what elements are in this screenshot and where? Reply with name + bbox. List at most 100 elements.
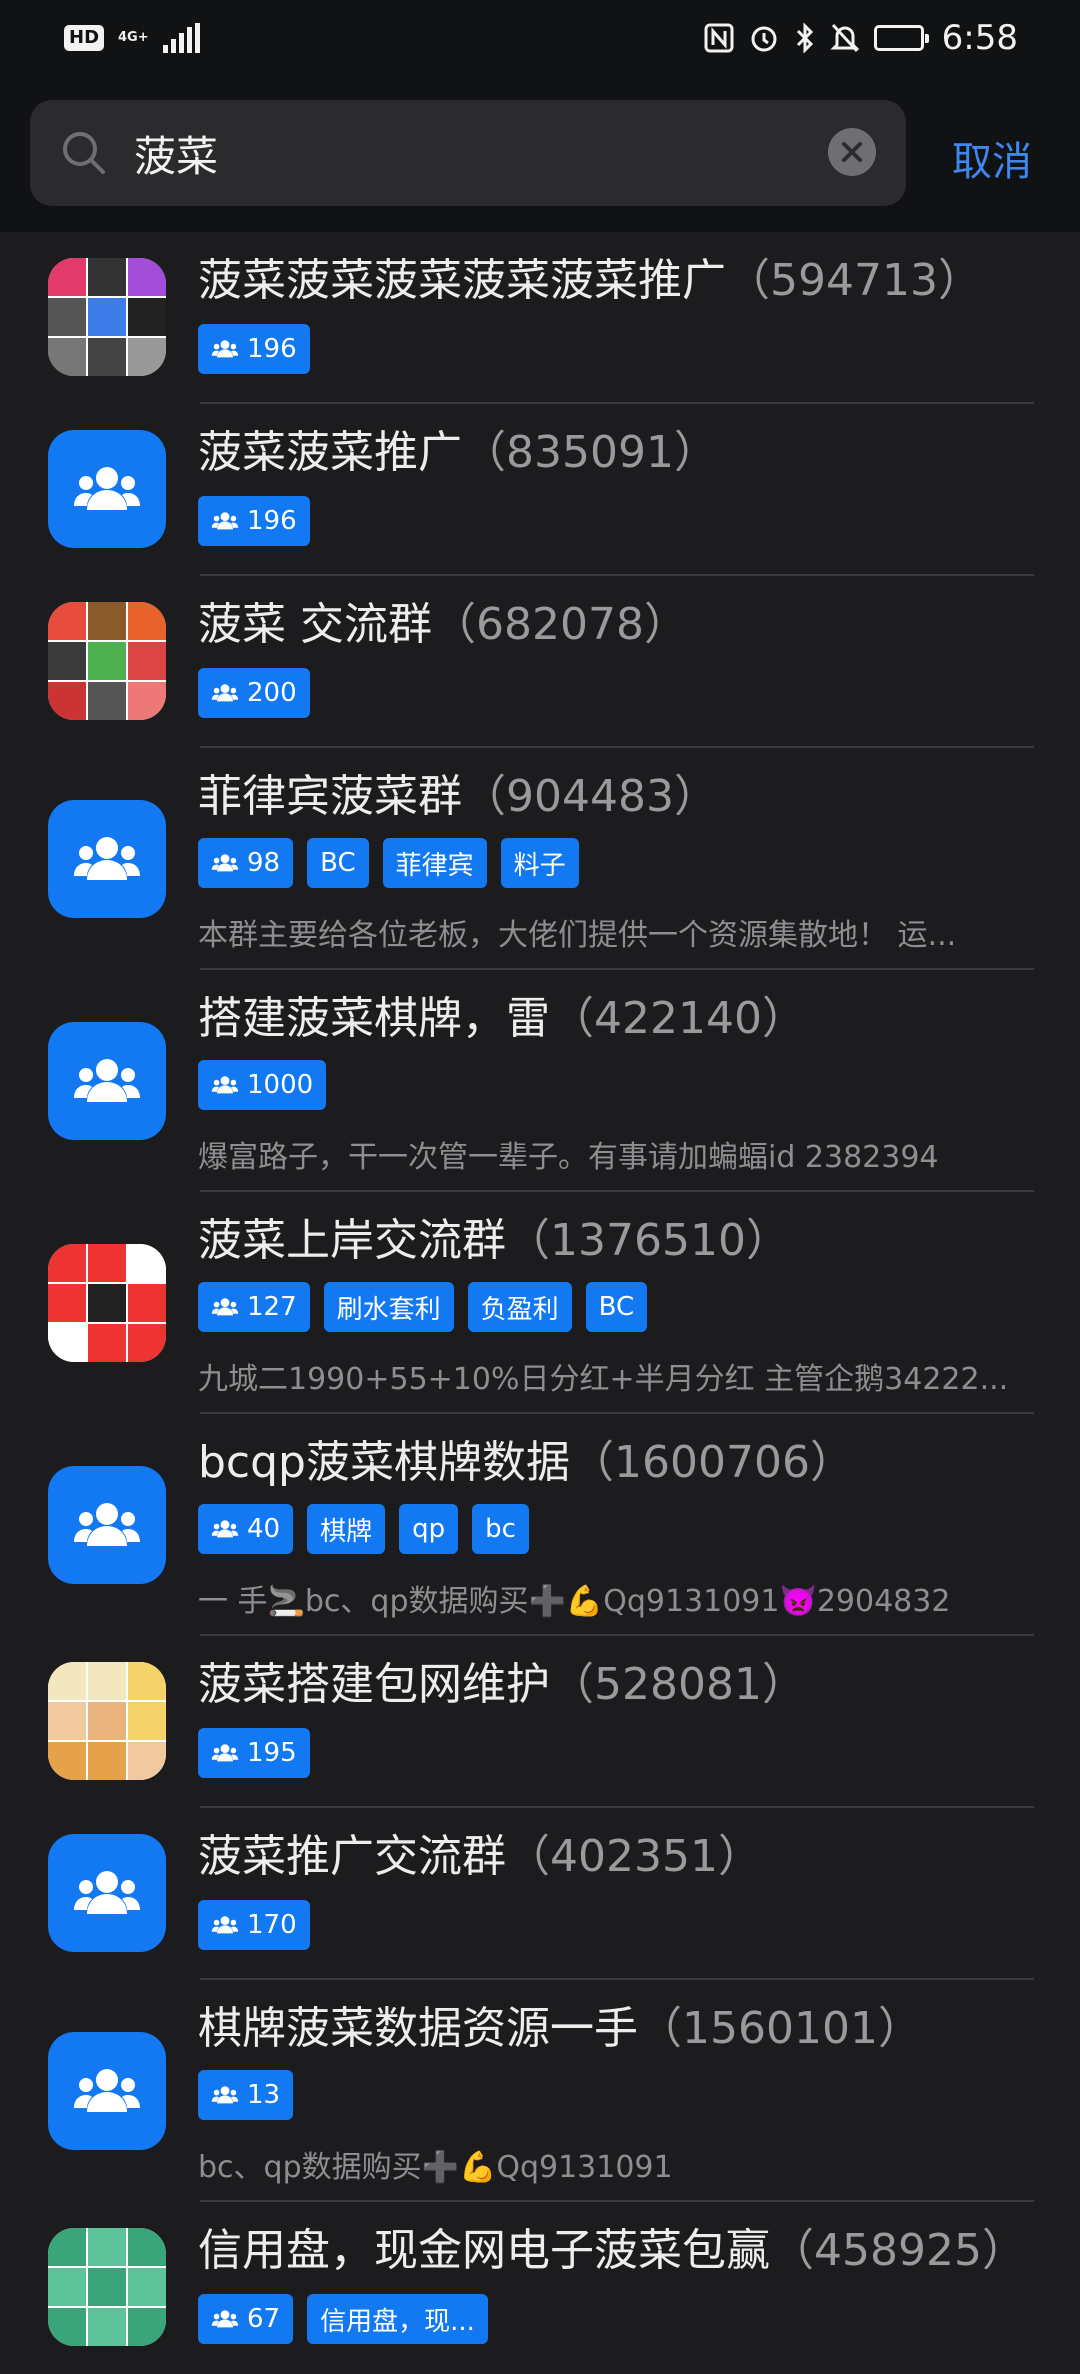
tag-label: 菲律宾 [395, 850, 474, 881]
group-result-row[interactable]: bcqp菠菜棋牌数据（1600706） 40 棋牌 qp bc 一 手🚬bc、qp数据购… [0, 1414, 1080, 1636]
group-name: 菠菜上岸交流群（1376510） [198, 1204, 790, 1268]
tag-label: 170 [247, 1910, 297, 1940]
network-type: 4G+ [118, 30, 149, 45]
group-result-row[interactable]: 菲律宾菠菜群（904483） 98 BC 菲律宾 料子 本群主要给各位老板，大佬们提供一… [0, 748, 1080, 970]
group-result-row[interactable]: 菠菜搭建包网维护（528081） 195 [0, 1636, 1080, 1808]
members-icon [211, 683, 239, 703]
tag-label: BC [598, 1292, 635, 1322]
group-result-row[interactable]: 菠菜菠菜菠菜菠菜菠菜推广（594713） 196 [0, 232, 1080, 404]
group-name: 菠菜推广交流群（402351） [198, 1820, 762, 1884]
members-icon [211, 1297, 239, 1317]
signal-icon [162, 22, 200, 53]
member-count-badge: 98 [198, 838, 294, 888]
member-count-badge: 1000 [198, 1060, 327, 1110]
tag-label: qp [412, 1514, 446, 1544]
group-tag: qp [399, 1504, 459, 1554]
group-tags: 195 [198, 1728, 310, 1778]
member-count-badge: 200 [198, 668, 310, 718]
group-avatar-image [48, 1244, 166, 1362]
search-box[interactable] [30, 100, 906, 206]
member-count-badge: 196 [198, 496, 310, 546]
group-result-row[interactable]: 菠菜 交流群（682078） 200 [0, 576, 1080, 748]
tag-label: 98 [247, 848, 281, 878]
tag-label: 刷水套利 [336, 1294, 441, 1325]
group-description: bc、qp数据购买➕💪Qq9131091 [198, 2150, 673, 2185]
group-result-row[interactable]: 棋牌菠菜数据资源一手（1560101） 13 bc、qp数据购买➕💪Qq91310… [0, 1980, 1080, 2202]
status-left: HD 4G+ [64, 22, 200, 53]
bluetooth-icon [794, 21, 816, 54]
group-title: 棋牌菠菜数据资源一手 [198, 2003, 638, 2054]
tag-label: 195 [247, 1738, 297, 1768]
group-tags: 127 刷水套利 负盈利 BC [198, 1282, 648, 1332]
member-count-badge: 40 [198, 1504, 294, 1554]
group-tag: BC [307, 838, 369, 888]
group-title: 菠菜 交流群 [198, 599, 432, 650]
tag-label: 信用盘，现... [320, 2306, 475, 2337]
members-icon [211, 511, 239, 531]
tag-label: 200 [247, 678, 297, 708]
member-count-badge: 196 [198, 324, 310, 374]
group-id: （1560101） [638, 2003, 922, 2054]
group-avatar-icon [48, 1466, 166, 1584]
group-tag: 负盈利 [467, 1282, 572, 1332]
group-name: bcqp菠菜棋牌数据（1600706） [198, 1426, 854, 1490]
group-tag: BC [585, 1282, 648, 1332]
group-title: 菠菜搭建包网维护 [198, 1659, 550, 1710]
members-icon [211, 339, 239, 359]
group-result-row[interactable]: 搭建菠菜棋牌，雷（422140） 1000 爆富路子，干一次管一辈子。有事请加蝙蝠… [0, 970, 1080, 1192]
members-icon [211, 1743, 239, 1763]
clear-icon[interactable] [828, 128, 876, 176]
group-id: （835091） [462, 427, 718, 478]
group-tags: 196 [198, 324, 310, 374]
group-id: （422140） [550, 993, 806, 1044]
group-description: 爆富路子，干一次管一辈子。有事请加蝙蝠id 2382394 [198, 1140, 939, 1175]
clock: 6:58 [941, 17, 1018, 58]
group-result-row[interactable]: 菠菜上岸交流群（1376510） 127 刷水套利 负盈利 BC 九城二1990+55+… [0, 1192, 1080, 1414]
group-avatar-icon [48, 430, 166, 548]
group-title: 菲律宾菠菜群 [198, 771, 462, 822]
group-name: 棋牌菠菜数据资源一手（1560101） [198, 1992, 922, 2056]
group-name: 菠菜搭建包网维护（528081） [198, 1648, 806, 1712]
group-id: （594713） [726, 255, 982, 306]
group-tags: 200 [198, 668, 310, 718]
group-result-row[interactable]: 菠菜推广交流群（402351） 170 [0, 1808, 1080, 1980]
group-title: 菠菜菠菜菠菜菠菜菠菜推广 [198, 255, 726, 306]
tag-label: 13 [247, 2080, 281, 2110]
group-tags: 40 棋牌 qp bc [198, 1504, 529, 1554]
group-tags: 13 [198, 2070, 294, 2120]
group-description: 本群主要给各位老板，大佬们提供一个资源集散地！ 运... [198, 918, 957, 953]
group-avatar-image [48, 1662, 166, 1780]
search-icon [58, 127, 110, 183]
group-tags: 196 [198, 496, 310, 546]
group-title: 搭建菠菜棋牌，雷 [198, 993, 550, 1044]
group-tags: 1000 [198, 1060, 327, 1110]
members-icon [211, 1519, 239, 1539]
tag-label: 196 [247, 506, 297, 536]
group-title: 菠菜上岸交流群 [198, 1215, 506, 1266]
group-avatar-icon [48, 1834, 166, 1952]
member-count-badge: 195 [198, 1728, 310, 1778]
member-count-badge: 13 [198, 2070, 294, 2120]
members-icon [211, 2085, 239, 2105]
tag-label: 40 [247, 1514, 281, 1544]
group-avatar-image [48, 258, 166, 376]
group-title: 信用盘，现金网电子菠菜包赢 [198, 2225, 770, 2276]
group-name: 菠菜菠菜菠菜菠菜菠菜推广（594713） [198, 244, 982, 308]
cancel-button[interactable]: 取消 [952, 129, 1032, 187]
group-name: 信用盘，现金网电子菠菜包赢（458925） [198, 2214, 1026, 2278]
group-avatar-icon [48, 800, 166, 918]
members-icon [211, 2309, 239, 2329]
group-description: 一 手🚬bc、qp数据购买➕💪Qq9131091👿2904832 [198, 1584, 951, 1619]
battery-icon [873, 24, 929, 51]
tag-label: 棋牌 [320, 1516, 373, 1547]
group-id: （528081） [550, 1659, 806, 1710]
group-result-row[interactable]: 菠菜菠菜推广（835091） 196 [0, 404, 1080, 576]
group-tags: 98 BC 菲律宾 料子 [198, 838, 579, 888]
group-result-row[interactable]: 信用盘，现金网电子菠菜包赢（458925） 67 信用盘，现... [0, 2202, 1080, 2374]
group-title: 菠菜菠菜推广 [198, 427, 462, 478]
group-id: （682078） [432, 599, 688, 650]
group-title: 菠菜推广交流群 [198, 1831, 506, 1882]
search-input[interactable] [134, 100, 834, 206]
tag-label: 127 [247, 1292, 297, 1322]
tag-label: 196 [247, 334, 297, 364]
